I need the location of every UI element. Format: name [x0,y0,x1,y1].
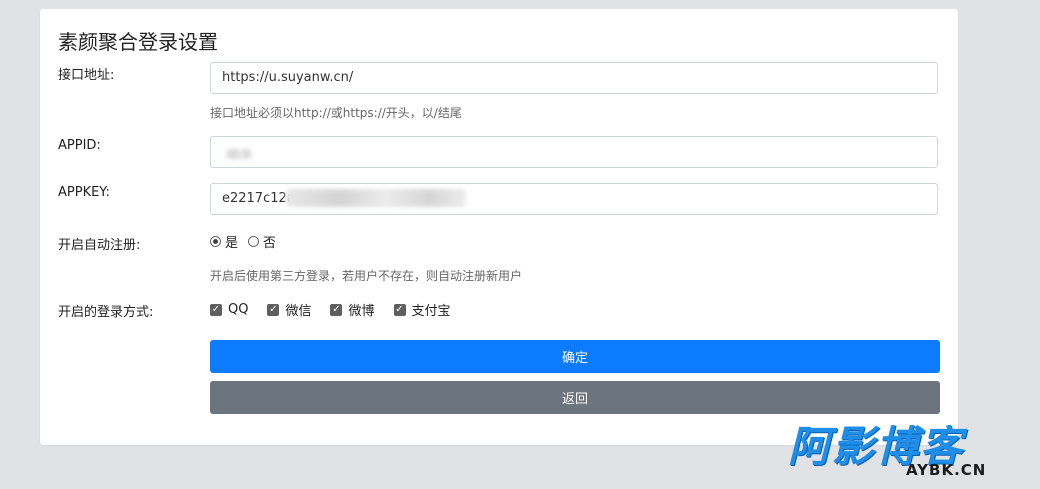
login-method-qq[interactable]: ✓ QQ [210,302,248,317]
checkbox-label: 微信 [285,304,312,319]
checkbox-checked-icon[interactable]: ✓ [393,303,406,316]
login-methods-label: 开启的登录方式: [58,305,154,320]
watermark-logo: 阿影博客 AYBK.CN [788,424,1024,484]
api-url-help: 接口地址必须以http://或https://开头，以/结尾 [210,106,462,120]
checkbox-checked-icon[interactable]: ✓ [210,303,222,316]
appid-redaction [226,149,252,159]
checkbox-label: QQ [228,302,249,317]
appkey-redaction [286,189,466,207]
radio-checked-icon[interactable] [210,236,221,247]
api-url-label: 接口地址: [58,68,115,83]
login-method-alipay[interactable]: ✓ 支付宝 [393,300,451,319]
radio-unchecked-icon[interactable] [248,236,260,247]
checkbox-label: 微博 [348,304,375,319]
appkey-label: APPKEY: [58,185,110,200]
auto-register-label: 开启自动注册: [58,238,141,253]
auto-register-radio-group: 是 否 [210,232,286,251]
radio-label: 否 [263,236,277,251]
api-url-input[interactable]: https://u.suyanw.cn/ [210,62,938,94]
login-method-wechat[interactable]: ✓ 微信 [267,300,311,319]
appid-label: APPID: [58,138,101,153]
login-method-weibo[interactable]: ✓ 微博 [330,300,375,319]
page-title: 素颜聚合登录设置 [58,30,218,54]
auto-register-help: 开启后使用第三方登录，若用户不存在，则自动注册新用户 [210,269,523,283]
auto-register-option-yes[interactable]: 是 [210,232,238,251]
checkbox-checked-icon[interactable]: ✓ [330,303,343,316]
checkbox-label: 支付宝 [411,304,451,319]
radio-label: 是 [225,236,239,251]
confirm-button[interactable]: 确定 [210,340,940,373]
back-button[interactable]: 返回 [210,381,940,414]
checkbox-checked-icon[interactable]: ✓ [267,303,280,316]
appid-input[interactable] [210,136,938,168]
settings-card: 素颜聚合登录设置 接口地址: https://u.suyanw.cn/ 接口地址… [40,9,958,445]
auto-register-option-no[interactable]: 否 [248,232,276,251]
watermark-sub-text: AYBK.CN [906,461,987,479]
login-methods-checkbox-group: ✓ QQ ✓ 微信 ✓ 微博 ✓ 支付宝 [210,300,470,319]
